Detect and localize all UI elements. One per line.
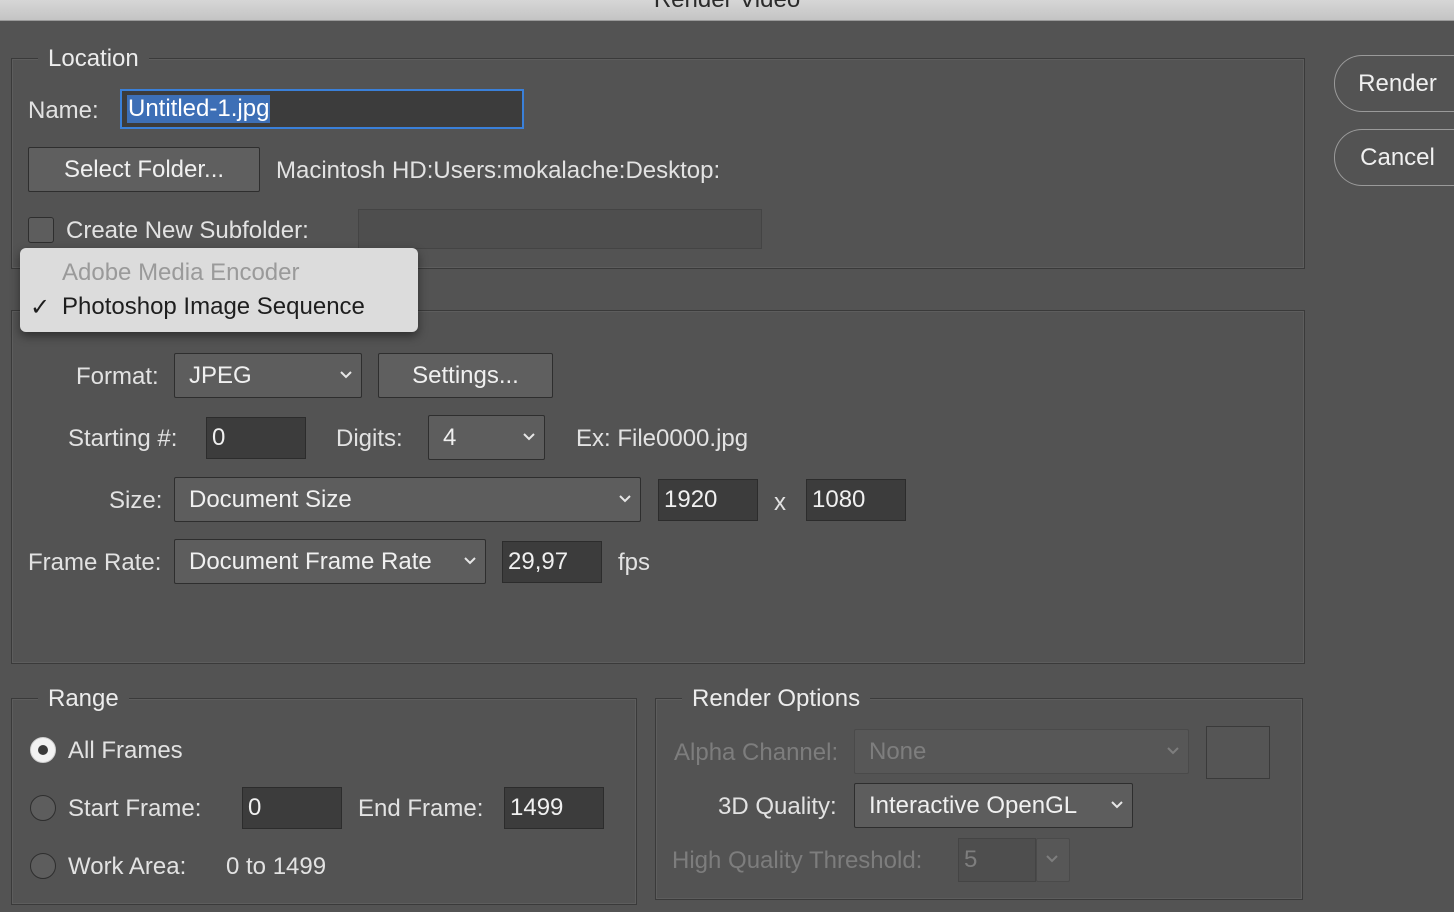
frame-rate-label: Frame Rate: <box>28 549 162 576</box>
menu-item-photoshop-image-sequence[interactable]: Photoshop Image Sequence <box>62 293 365 321</box>
times-label: x <box>774 489 786 516</box>
work-area-value: 0 to 1499 <box>226 853 327 880</box>
settings-button[interactable]: Settings... <box>378 353 553 398</box>
render-button[interactable]: Render <box>1334 55 1454 112</box>
starting-number-input[interactable]: 0 <box>206 417 306 459</box>
alpha-channel-value: None <box>869 737 927 765</box>
size-select[interactable]: Document Size <box>174 477 641 522</box>
all-frames-radio[interactable] <box>30 737 56 763</box>
size-select-value: Document Size <box>189 485 352 513</box>
encoder-popup-menu: Adobe Media Encoder ✓ Photoshop Image Se… <box>20 248 418 332</box>
render-button-label: Render <box>1358 69 1437 97</box>
work-area-radio[interactable] <box>30 853 56 879</box>
menu-item-label: Photoshop Image Sequence <box>62 293 365 320</box>
chevron-down-icon <box>464 556 476 564</box>
3d-quality-select[interactable]: Interactive OpenGL <box>854 783 1133 828</box>
create-subfolder-label: Create New Subfolder: <box>66 217 309 244</box>
checkmark-icon: ✓ <box>30 294 51 321</box>
chevron-down-icon <box>619 494 631 502</box>
chevron-down-icon <box>523 432 535 440</box>
alpha-channel-label: Alpha Channel: <box>674 739 839 766</box>
cancel-button[interactable]: Cancel <box>1334 129 1454 186</box>
start-frame-input[interactable]: 0 <box>242 787 342 829</box>
chevron-down-icon <box>340 370 352 378</box>
chevron-down-icon <box>1046 855 1058 863</box>
format-label: Format: <box>76 363 159 390</box>
digits-label: Digits: <box>336 425 403 452</box>
render-options-legend: Render Options <box>682 685 871 713</box>
digits-select[interactable]: 4 <box>428 415 545 460</box>
start-frame-value: 0 <box>248 794 262 821</box>
chevron-down-icon <box>1167 746 1179 754</box>
starting-number-label: Starting #: <box>68 425 178 452</box>
end-frame-label: End Frame: <box>358 795 484 822</box>
3d-quality-label: 3D Quality: <box>718 793 837 820</box>
select-folder-button[interactable]: Select Folder... <box>28 147 260 192</box>
size-label: Size: <box>109 487 163 514</box>
window-titlebar: Render Video <box>0 0 1454 21</box>
frame-rate-select[interactable]: Document Frame Rate <box>174 539 486 584</box>
hq-threshold-input[interactable]: 5 <box>958 838 1036 882</box>
settings-button-label: Settings... <box>412 361 519 389</box>
menu-item-adobe-media-encoder[interactable]: Adobe Media Encoder <box>62 259 300 287</box>
fps-unit-label: fps <box>618 549 651 576</box>
create-subfolder-checkbox[interactable] <box>28 217 54 243</box>
width-input[interactable]: 1920 <box>658 479 758 521</box>
hq-threshold-label: High Quality Threshold: <box>672 847 923 874</box>
end-frame-input[interactable]: 1499 <box>504 787 604 829</box>
digits-select-value: 4 <box>443 423 457 451</box>
end-frame-value: 1499 <box>510 794 564 821</box>
matte-color-swatch[interactable] <box>1206 726 1270 779</box>
select-folder-label: Select Folder... <box>63 155 225 183</box>
work-area-label: Work Area: <box>68 853 187 880</box>
hq-threshold-value: 5 <box>964 846 978 873</box>
window-title: Render Video <box>0 0 1454 14</box>
subfolder-name-input[interactable] <box>358 209 762 249</box>
format-select-value: JPEG <box>189 361 252 389</box>
format-select[interactable]: JPEG <box>174 353 362 398</box>
starting-number-value: 0 <box>212 424 226 451</box>
menu-item-label: Adobe Media Encoder <box>62 259 300 286</box>
width-value: 1920 <box>664 486 718 513</box>
start-frame-radio[interactable] <box>30 795 56 821</box>
location-legend: Location <box>38 45 149 73</box>
name-input[interactable]: Untitled-1.jpg <box>120 89 524 129</box>
3d-quality-value: Interactive OpenGL <box>869 791 1078 819</box>
name-input-value: Untitled-1.jpg <box>127 95 271 123</box>
frame-rate-select-value: Document Frame Rate <box>189 547 432 575</box>
cancel-button-label: Cancel <box>1360 143 1435 171</box>
hq-threshold-dropdown[interactable] <box>1036 838 1070 882</box>
name-label: Name: <box>28 97 99 124</box>
fps-input[interactable]: 29,97 <box>502 541 602 583</box>
height-input[interactable]: 1080 <box>806 479 906 521</box>
folder-path: Macintosh HD:Users:mokalache:Desktop: <box>276 157 721 184</box>
alpha-channel-select[interactable]: None <box>854 729 1189 774</box>
height-value: 1080 <box>812 486 866 513</box>
fps-value: 29,97 <box>508 548 569 575</box>
all-frames-label: All Frames <box>68 737 183 764</box>
start-frame-label: Start Frame: <box>68 795 202 822</box>
chevron-down-icon <box>1111 800 1123 808</box>
filename-example: Ex: File0000.jpg <box>576 425 749 452</box>
range-legend: Range <box>38 685 129 713</box>
